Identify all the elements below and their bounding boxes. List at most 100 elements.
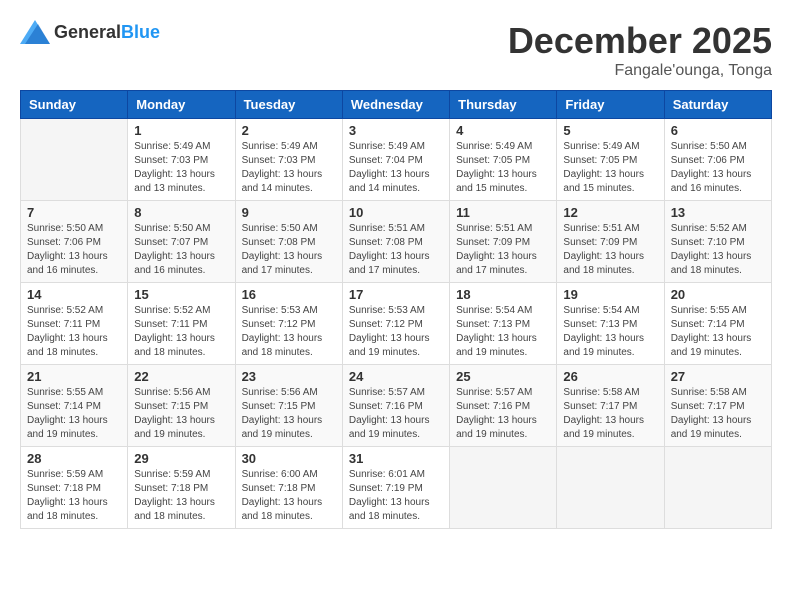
calendar-week-row: 28 Sunrise: 5:59 AM Sunset: 7:18 PM Dayli…: [21, 447, 772, 529]
day-of-week-header: Thursday: [450, 91, 557, 119]
day-info: Sunrise: 5:56 AM Sunset: 7:15 PM Dayligh…: [134, 386, 228, 442]
calendar-week-row: 7 Sunrise: 5:50 AM Sunset: 7:06 PM Daylig…: [21, 201, 772, 283]
logo-icon: [20, 20, 50, 44]
calendar-table: SundayMondayTuesdayWednesdayThursdayFrid…: [20, 90, 772, 529]
day-number: 16: [242, 287, 336, 302]
day-info: Sunrise: 5:59 AM Sunset: 7:18 PM Dayligh…: [27, 468, 121, 524]
day-of-week-header: Monday: [128, 91, 235, 119]
day-info: Sunrise: 6:01 AM Sunset: 7:19 PM Dayligh…: [349, 468, 443, 524]
day-number: 8: [134, 205, 228, 220]
day-of-week-header: Friday: [557, 91, 664, 119]
day-of-week-header: Saturday: [664, 91, 771, 119]
calendar-cell: 18 Sunrise: 5:54 AM Sunset: 7:13 PM Dayli…: [450, 283, 557, 365]
day-number: 6: [671, 123, 765, 138]
day-info: Sunrise: 5:52 AM Sunset: 7:11 PM Dayligh…: [27, 304, 121, 360]
day-number: 4: [456, 123, 550, 138]
day-info: Sunrise: 5:58 AM Sunset: 7:17 PM Dayligh…: [671, 386, 765, 442]
logo-general-text: General: [54, 22, 121, 42]
day-number: 17: [349, 287, 443, 302]
day-info: Sunrise: 5:50 AM Sunset: 7:06 PM Dayligh…: [27, 222, 121, 278]
calendar-cell: [21, 119, 128, 201]
day-info: Sunrise: 5:58 AM Sunset: 7:17 PM Dayligh…: [563, 386, 657, 442]
day-info: Sunrise: 5:49 AM Sunset: 7:05 PM Dayligh…: [563, 140, 657, 196]
calendar-week-row: 14 Sunrise: 5:52 AM Sunset: 7:11 PM Dayli…: [21, 283, 772, 365]
day-info: Sunrise: 5:55 AM Sunset: 7:14 PM Dayligh…: [671, 304, 765, 360]
calendar-cell: 25 Sunrise: 5:57 AM Sunset: 7:16 PM Dayli…: [450, 365, 557, 447]
day-info: Sunrise: 5:49 AM Sunset: 7:03 PM Dayligh…: [242, 140, 336, 196]
day-number: 9: [242, 205, 336, 220]
day-number: 25: [456, 369, 550, 384]
calendar-cell: 2Sunrise: 5:49 AM Sunset: 7:03 PM Daylig…: [235, 119, 342, 201]
calendar-cell: 22Sunrise: 5:56 AM Sunset: 7:15 PM Dayli…: [128, 365, 235, 447]
calendar-cell: 5 Sunrise: 5:49 AM Sunset: 7:05 PM Daylig…: [557, 119, 664, 201]
day-number: 26: [563, 369, 657, 384]
day-number: 31: [349, 451, 443, 466]
day-number: 13: [671, 205, 765, 220]
calendar-cell: 29 Sunrise: 5:59 AM Sunset: 7:18 PM Dayli…: [128, 447, 235, 529]
day-info: Sunrise: 5:57 AM Sunset: 7:16 PM Dayligh…: [349, 386, 443, 442]
calendar-cell: [557, 447, 664, 529]
day-number: 5: [563, 123, 657, 138]
calendar-header-row: SundayMondayTuesdayWednesdayThursdayFrid…: [21, 91, 772, 119]
day-number: 28: [27, 451, 121, 466]
day-info: Sunrise: 5:53 AM Sunset: 7:12 PM Dayligh…: [242, 304, 336, 360]
day-of-week-header: Sunday: [21, 91, 128, 119]
calendar-cell: 30Sunrise: 6:00 AM Sunset: 7:18 PM Dayli…: [235, 447, 342, 529]
day-info: Sunrise: 5:50 AM Sunset: 7:06 PM Dayligh…: [671, 140, 765, 196]
day-number: 14: [27, 287, 121, 302]
location-title: Fangale'ounga, Tonga: [508, 62, 772, 80]
day-info: Sunrise: 5:54 AM Sunset: 7:13 PM Dayligh…: [456, 304, 550, 360]
logo: GeneralBlue: [20, 20, 160, 44]
calendar-cell: 21 Sunrise: 5:55 AM Sunset: 7:14 PM Dayli…: [21, 365, 128, 447]
day-number: 12: [563, 205, 657, 220]
month-title: December 2025: [508, 20, 772, 62]
calendar-cell: 4 Sunrise: 5:49 AM Sunset: 7:05 PM Daylig…: [450, 119, 557, 201]
day-number: 24: [349, 369, 443, 384]
calendar-cell: 28 Sunrise: 5:59 AM Sunset: 7:18 PM Dayli…: [21, 447, 128, 529]
day-number: 1: [134, 123, 228, 138]
calendar-cell: 10 Sunrise: 5:51 AM Sunset: 7:08 PM Dayli…: [342, 201, 449, 283]
calendar-cell: 26 Sunrise: 5:58 AM Sunset: 7:17 PM Dayli…: [557, 365, 664, 447]
day-number: 29: [134, 451, 228, 466]
day-info: Sunrise: 5:57 AM Sunset: 7:16 PM Dayligh…: [456, 386, 550, 442]
calendar-cell: 11Sunrise: 5:51 AM Sunset: 7:09 PM Dayli…: [450, 201, 557, 283]
calendar-cell: 23Sunrise: 5:56 AM Sunset: 7:15 PM Dayli…: [235, 365, 342, 447]
day-number: 3: [349, 123, 443, 138]
day-info: Sunrise: 5:53 AM Sunset: 7:12 PM Dayligh…: [349, 304, 443, 360]
day-of-week-header: Tuesday: [235, 91, 342, 119]
calendar-cell: 1 Sunrise: 5:49 AM Sunset: 7:03 PM Daylig…: [128, 119, 235, 201]
calendar-cell: 15Sunrise: 5:52 AM Sunset: 7:11 PM Dayli…: [128, 283, 235, 365]
day-number: 21: [27, 369, 121, 384]
day-info: Sunrise: 5:59 AM Sunset: 7:18 PM Dayligh…: [134, 468, 228, 524]
day-info: Sunrise: 5:49 AM Sunset: 7:05 PM Dayligh…: [456, 140, 550, 196]
day-number: 18: [456, 287, 550, 302]
day-info: Sunrise: 5:51 AM Sunset: 7:09 PM Dayligh…: [563, 222, 657, 278]
day-info: Sunrise: 5:49 AM Sunset: 7:04 PM Dayligh…: [349, 140, 443, 196]
calendar-cell: 3 Sunrise: 5:49 AM Sunset: 7:04 PM Daylig…: [342, 119, 449, 201]
day-info: Sunrise: 5:50 AM Sunset: 7:07 PM Dayligh…: [134, 222, 228, 278]
calendar-week-row: 1 Sunrise: 5:49 AM Sunset: 7:03 PM Daylig…: [21, 119, 772, 201]
day-info: Sunrise: 5:56 AM Sunset: 7:15 PM Dayligh…: [242, 386, 336, 442]
calendar-cell: 19Sunrise: 5:54 AM Sunset: 7:13 PM Dayli…: [557, 283, 664, 365]
calendar-cell: 13Sunrise: 5:52 AM Sunset: 7:10 PM Dayli…: [664, 201, 771, 283]
calendar-cell: 7 Sunrise: 5:50 AM Sunset: 7:06 PM Daylig…: [21, 201, 128, 283]
calendar-cell: 8 Sunrise: 5:50 AM Sunset: 7:07 PM Daylig…: [128, 201, 235, 283]
calendar-cell: 24 Sunrise: 5:57 AM Sunset: 7:16 PM Dayli…: [342, 365, 449, 447]
calendar-week-row: 21 Sunrise: 5:55 AM Sunset: 7:14 PM Dayli…: [21, 365, 772, 447]
day-number: 27: [671, 369, 765, 384]
day-info: Sunrise: 5:52 AM Sunset: 7:11 PM Dayligh…: [134, 304, 228, 360]
calendar-cell: 17 Sunrise: 5:53 AM Sunset: 7:12 PM Dayli…: [342, 283, 449, 365]
calendar-cell: 16 Sunrise: 5:53 AM Sunset: 7:12 PM Dayli…: [235, 283, 342, 365]
calendar-cell: 9Sunrise: 5:50 AM Sunset: 7:08 PM Daylig…: [235, 201, 342, 283]
day-info: Sunrise: 5:55 AM Sunset: 7:14 PM Dayligh…: [27, 386, 121, 442]
title-block: December 2025 Fangale'ounga, Tonga: [508, 20, 772, 80]
day-number: 7: [27, 205, 121, 220]
day-info: Sunrise: 5:49 AM Sunset: 7:03 PM Dayligh…: [134, 140, 228, 196]
calendar-cell: 31 Sunrise: 6:01 AM Sunset: 7:19 PM Dayli…: [342, 447, 449, 529]
day-number: 10: [349, 205, 443, 220]
day-info: Sunrise: 5:51 AM Sunset: 7:09 PM Dayligh…: [456, 222, 550, 278]
calendar-cell: 27 Sunrise: 5:58 AM Sunset: 7:17 PM Dayli…: [664, 365, 771, 447]
calendar-cell: 12 Sunrise: 5:51 AM Sunset: 7:09 PM Dayli…: [557, 201, 664, 283]
day-info: Sunrise: 5:51 AM Sunset: 7:08 PM Dayligh…: [349, 222, 443, 278]
day-of-week-header: Wednesday: [342, 91, 449, 119]
